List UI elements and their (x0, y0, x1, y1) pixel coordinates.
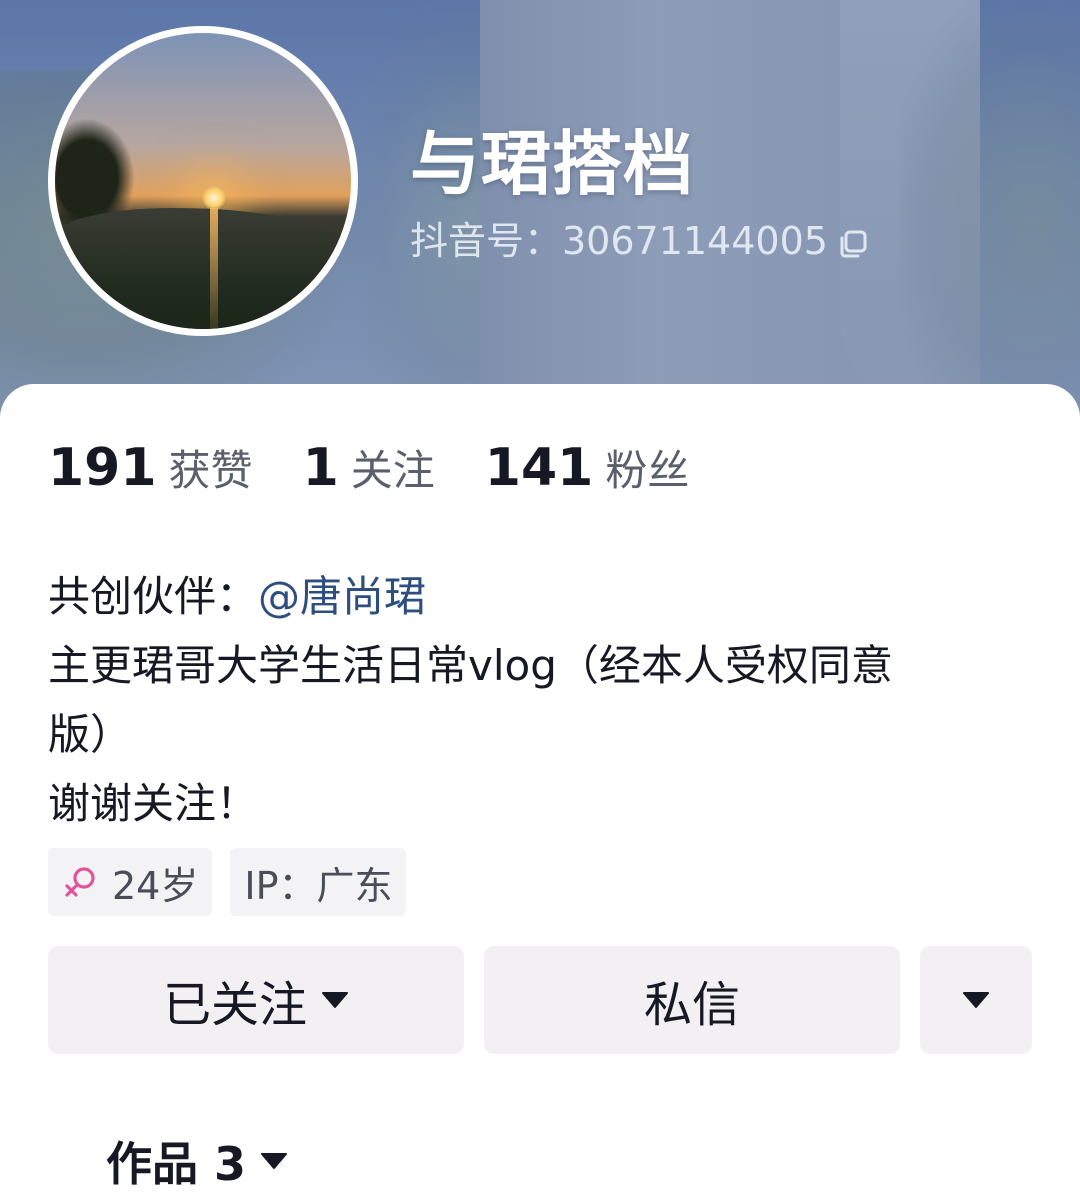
female-icon (65, 867, 95, 897)
avatar-hills (55, 208, 351, 329)
cover-foliage (900, 0, 1080, 430)
caret-down-icon (963, 992, 989, 1008)
caret-down-icon (261, 1153, 288, 1169)
avatar[interactable] (48, 26, 358, 336)
stat-followers[interactable]: 141 粉丝 (485, 437, 690, 498)
ip-tag: IP：广东 (230, 848, 407, 916)
co-creator-prefix: 共创伙伴： (48, 572, 259, 621)
bio-co-creator: 共创伙伴：@唐尚珺 (48, 562, 1038, 631)
douyin-id-row[interactable]: 抖音号：30671144005 (410, 210, 868, 265)
age-label: 24岁 (112, 863, 199, 908)
followed-label: 已关注 (162, 977, 307, 1033)
message-label: 私信 (643, 977, 740, 1033)
stat-label: 粉丝 (605, 446, 690, 495)
stat-value: 191 (48, 438, 157, 498)
stats-row: 191 获赞 1 关注 141 粉丝 (48, 437, 739, 498)
more-options-button[interactable] (920, 946, 1032, 1054)
profile-tags: 24岁 IP：广东 (48, 848, 424, 916)
ip-label: IP：广东 (244, 863, 393, 908)
tab-works-label: 作品 3 (106, 1137, 247, 1191)
bio-line: 主更珺哥大学生活日常vlog（经本人受权同意 (48, 641, 893, 690)
age-tag: 24岁 (48, 848, 213, 916)
caret-down-icon (322, 992, 348, 1008)
co-creator-mention-link[interactable]: @唐尚珺 (258, 572, 426, 621)
stat-label: 获赞 (168, 446, 253, 495)
profile-nickname: 与珺搭档 (410, 123, 694, 205)
copy-icon[interactable] (838, 229, 868, 259)
followed-button[interactable]: 已关注 (48, 946, 464, 1054)
profile-bio: 共创伙伴：@唐尚珺 主更珺哥大学生活日常vlog（经本人受权同意 版） 谢谢关注… (48, 562, 1038, 838)
stat-value: 141 (484, 438, 594, 498)
message-button[interactable]: 私信 (484, 946, 900, 1054)
profile-actions: 已关注 私信 (48, 946, 1032, 1054)
stat-value: 1 (302, 438, 339, 498)
douyin-id: 抖音号：30671144005 (410, 219, 828, 263)
tab-works[interactable]: 作品 3 (106, 1128, 288, 1194)
avatar-sun-ray (210, 208, 218, 329)
stat-label: 关注 (350, 446, 435, 495)
stat-following[interactable]: 1 关注 (303, 437, 435, 498)
bio-line: 谢谢关注！ (48, 779, 259, 828)
stat-likes[interactable]: 191 获赞 (48, 437, 253, 498)
bio-line: 版） (48, 710, 133, 759)
